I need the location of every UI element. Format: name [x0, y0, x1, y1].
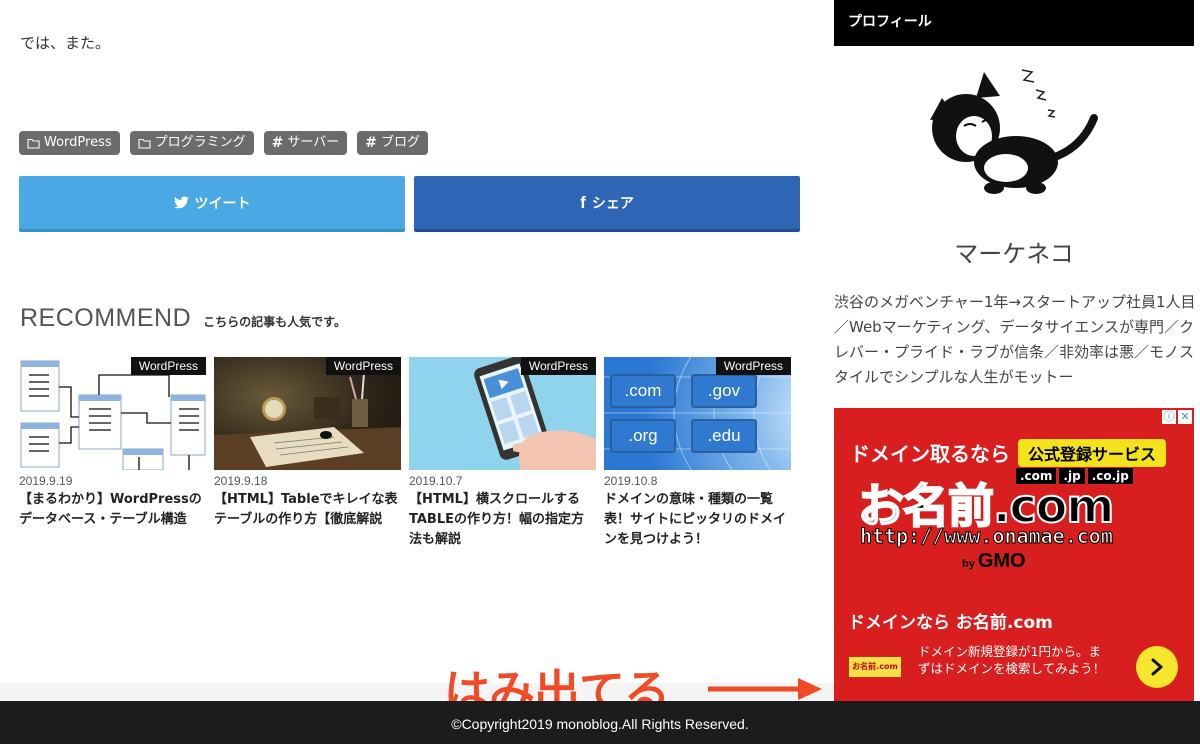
ad-gmo-text: GMO: [977, 550, 1026, 572]
recommend-card[interactable]: .com .gov .org .edu WordPress 2019.10.8 …: [604, 357, 791, 550]
tag-blog[interactable]: # ブログ: [357, 131, 429, 155]
card-title[interactable]: ドメインの意味・種類の一覧表！サイトにピッタリのドメインを見つけよう！: [604, 490, 791, 550]
category-badge: WordPress: [520, 357, 596, 375]
chevron-right-icon: [1151, 658, 1163, 676]
ad-official-badge: 公式登録サービス: [1018, 439, 1167, 467]
twitter-bird-icon: [173, 196, 189, 209]
category-badge: WordPress: [325, 357, 401, 375]
ad-gmo-logo: by GMO: [962, 550, 1026, 573]
site-footer: ©Copyright2019 monoblog.All Rights Reser…: [0, 701, 1200, 744]
tag-wordpress[interactable]: WordPress: [19, 131, 120, 155]
category-badge: WordPress: [715, 357, 791, 375]
recommend-cards: WordPress 2019.9.19 【まるわかり】WordPressのデータ…: [19, 357, 791, 550]
card-thumbnail-db-diagram[interactable]: WordPress: [19, 357, 206, 470]
facebook-share-button[interactable]: f シェア: [414, 176, 800, 232]
article-closing-text: では、また。: [20, 34, 111, 52]
recommend-title: RECOMMEND: [20, 304, 192, 332]
tag-label: プログラミング: [154, 135, 246, 150]
card-thumbnail-smartphone[interactable]: WordPress: [409, 357, 596, 470]
facebook-f-icon: f: [580, 192, 586, 212]
recommend-card[interactable]: WordPress 2019.9.18 【HTML】Tableでキレイな表テーブ…: [214, 357, 401, 550]
profile-widget-title: プロフィール: [834, 0, 1194, 46]
card-date: 2019.10.7: [409, 474, 463, 488]
right-arrow-icon: [708, 678, 822, 700]
profile-description: 渋谷のメガベンチャー1年→スタートアップ社員1人目／Webマーケティング、データ…: [834, 293, 1196, 386]
domain-chip: .gov: [691, 374, 757, 408]
tag-label: WordPress: [44, 135, 112, 150]
card-date: 2019.9.19: [19, 474, 73, 488]
tag-label: サーバー: [287, 135, 340, 150]
tag-list: WordPress プログラミング # サーバー # ブログ: [19, 131, 429, 155]
card-date: 2019.9.18: [214, 474, 268, 488]
sidebar: プロフィール マーケネコ 渋谷のメガベンチャー1年→スタートアップ社員1人目／W…: [834, 0, 1196, 386]
onamae-ad-banner[interactable]: ⓘ ✕ ドメイン取るなら 公式登録サービス .com .jp .co.jp お名…: [834, 408, 1194, 708]
sleeping-cat-avatar: [930, 69, 1098, 194]
ad-info-icon[interactable]: ⓘ: [1162, 410, 1176, 424]
ad-mini-logo: お名前.com: [848, 656, 902, 678]
recommend-card[interactable]: WordPress 2019.9.19 【まるわかり】WordPressのデータ…: [19, 357, 206, 550]
category-badge: WordPress: [130, 357, 206, 375]
ad-choices[interactable]: ⓘ ✕: [1162, 410, 1192, 424]
facebook-share-label: シェア: [591, 195, 634, 212]
folder-icon: [138, 138, 151, 149]
main-content: では、また。 WordPress プログラミング # サーバー # ブログ ツイ…: [0, 0, 834, 744]
ad-headline[interactable]: ドメインなら お名前.com: [848, 608, 1053, 633]
recommend-subtitle: こちらの記事も人気です。: [203, 315, 346, 329]
hashtag-icon: #: [365, 135, 377, 151]
share-buttons: ツイート f シェア: [19, 176, 800, 232]
folder-icon: [27, 138, 40, 149]
tag-label: ブログ: [381, 135, 421, 150]
recommend-header: RECOMMEND こちらの記事も人気です。: [20, 304, 346, 333]
recommend-card[interactable]: WordPress 2019.10.7 【HTML】横スクロールするTABLEの…: [409, 357, 596, 550]
card-thumbnail-domains[interactable]: .com .gov .org .edu WordPress: [604, 357, 791, 470]
copyright-text: ©Copyright2019 monoblog.All Rights Reser…: [451, 716, 749, 732]
tweet-button[interactable]: ツイート: [19, 176, 405, 232]
tweet-label: ツイート: [194, 195, 251, 212]
card-thumbnail-desk[interactable]: WordPress: [214, 357, 401, 470]
card-title[interactable]: 【HTML】Tableでキレイな表テーブルの作り方【徹底解説: [214, 490, 401, 530]
card-title[interactable]: 【HTML】横スクロールするTABLEの作り方！幅の指定方法も解説: [409, 490, 596, 550]
ad-go-button[interactable]: [1136, 646, 1178, 688]
ad-close-icon[interactable]: ✕: [1178, 410, 1192, 424]
domain-chip: .org: [610, 419, 676, 453]
ad-by: by: [962, 558, 975, 570]
card-date: 2019.10.8: [604, 474, 658, 488]
card-title[interactable]: 【まるわかり】WordPressのデータベース・テーブル構造: [19, 490, 206, 530]
ad-body-text: ドメイン新規登録が1円から。まずはドメインを検索してみよう！: [918, 644, 1106, 676]
profile-name: マーケネコ: [954, 240, 1074, 268]
domain-chip: .com: [610, 374, 676, 408]
tag-programming[interactable]: プログラミング: [129, 131, 254, 155]
hashtag-icon: #: [271, 135, 284, 151]
ad-tagline: ドメイン取るなら: [850, 442, 1010, 466]
ad-url: http://www.onamae.com: [860, 524, 1114, 549]
tag-server[interactable]: # サーバー: [263, 131, 348, 155]
domain-chip: .edu: [691, 419, 757, 453]
